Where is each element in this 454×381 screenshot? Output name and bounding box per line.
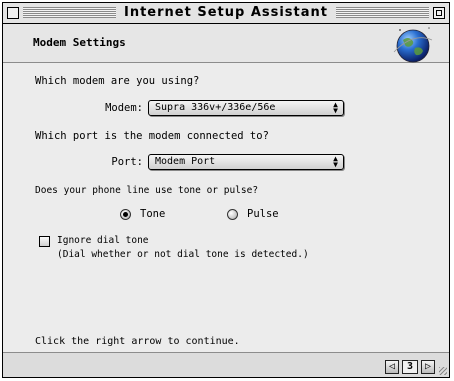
modem-popup[interactable]: Supra 336v+/336e/56e ▲ ▼ (148, 100, 344, 116)
zoom-box[interactable] (433, 7, 445, 19)
port-popup[interactable]: Modem Port ▲ ▼ (148, 154, 344, 170)
continue-instruction: Click the right arrow to continue. (35, 336, 240, 347)
content-pane: Which modem are you using? Modem: Supra … (3, 63, 449, 353)
step-title: Modem Settings (33, 36, 126, 49)
ignore-dial-tone-checkbox[interactable] (39, 236, 50, 247)
back-arrow-button[interactable]: ◁ (385, 360, 399, 374)
port-popup-value: Modem Port (155, 156, 216, 167)
forward-arrow-button[interactable]: ▷ (421, 360, 435, 374)
title-bar[interactable]: Internet Setup Assistant (3, 3, 449, 24)
page-number: 3 (402, 360, 418, 374)
tone-label[interactable]: Tone (140, 208, 165, 220)
ignore-dial-tone-label[interactable]: Ignore dial tone (57, 235, 149, 246)
modem-label: Modem: (105, 102, 143, 114)
tone-radio[interactable] (120, 209, 131, 220)
step-header: Modem Settings (3, 24, 449, 63)
port-label: Port: (111, 156, 143, 168)
left-arrow-icon: ◁ (388, 361, 396, 372)
close-box[interactable] (7, 7, 19, 19)
ignore-dial-tone-hint: (Dial whether or not dial tone is detect… (57, 249, 309, 260)
modem-popup-value: Supra 336v+/336e/56e (155, 102, 276, 113)
window-title: Internet Setup Assistant (115, 4, 337, 22)
dial-question: Does your phone line use tone or pulse? (35, 185, 259, 196)
popup-arrows-icon: ▲ ▼ (333, 154, 338, 169)
popup-arrows-icon: ▲ ▼ (333, 100, 338, 115)
port-question: Which port is the modem connected to? (35, 130, 269, 142)
pulse-label[interactable]: Pulse (247, 208, 279, 220)
navigation-footer: ◁ 3 ▷ (3, 353, 449, 377)
globe-icon (393, 27, 433, 63)
resize-grip[interactable] (439, 367, 447, 375)
modem-question: Which modem are you using? (35, 75, 200, 87)
pulse-radio[interactable] (227, 209, 238, 220)
right-arrow-icon: ▷ (424, 361, 432, 372)
setup-window: Internet Setup Assistant Modem Settings … (2, 2, 450, 378)
